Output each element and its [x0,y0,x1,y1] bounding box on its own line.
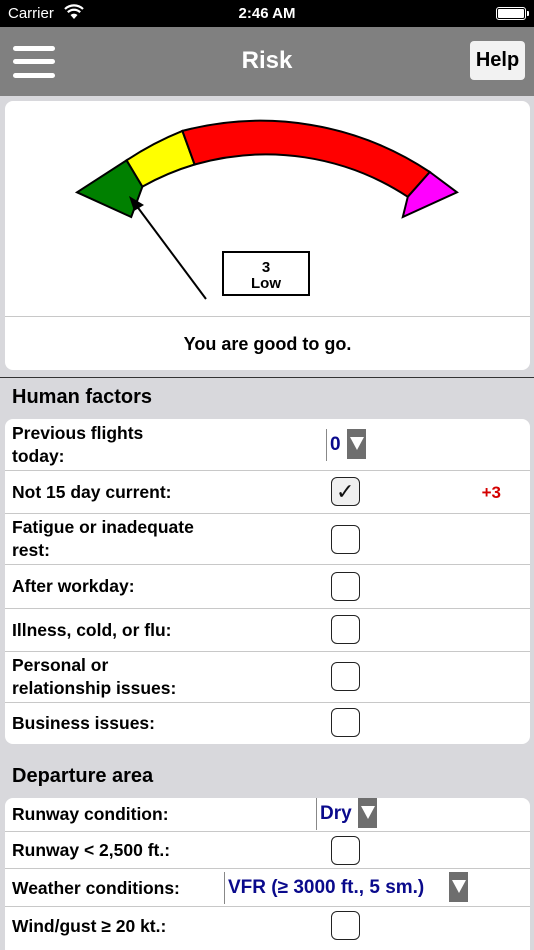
list-item: Business issues: [5,703,530,744]
after-workday-checkbox[interactable] [331,572,360,601]
help-button[interactable]: Help [470,41,525,80]
divider [5,316,530,317]
row-label: Fatigue or inadequate rest: [12,517,194,560]
risk-score: 3 [262,259,270,276]
not-15-day-current-checkbox[interactable]: ✓ [331,477,360,506]
row-label: Weather conditions: [12,878,180,898]
risk-message: You are good to go. [183,334,352,354]
gauge-needle [129,196,207,300]
navigation-bar: Risk Help [0,27,534,96]
checkmark-icon: ✓ [336,479,355,504]
list-item: Personal or relationship issues: [5,652,530,703]
list-item: Wind/gust ≥ 20 kt.: [5,907,530,950]
list-item: Runway < 2,500 ft.: [5,832,530,869]
list-item: Weather conditions: VFR (≥ 3000 ft., 5 s… [5,869,530,907]
previous-flights-dropdown[interactable]: 0 [326,429,366,461]
risk-points: +3 [481,483,501,502]
list-item: Not 15 day current: ✓ +3 [5,471,530,514]
status-bar: Carrier 2:46 AM [0,0,534,27]
human-factors-card: Previous flights today: 0 Not 15 day cur… [5,419,530,744]
dropdown-value: Dry [320,803,352,824]
business-issues-checkbox[interactable] [331,708,360,737]
row-label: Personal or relationship issues: [12,655,177,698]
risk-gauge: 3 Low [74,119,459,300]
dropdown-arrow-icon[interactable] [449,872,468,902]
list-item: Previous flights today: 0 [5,419,530,471]
fatigue-checkbox[interactable] [331,525,360,554]
dropdown-arrow-icon[interactable] [347,429,366,459]
section-title-departure-area: Departure area [12,765,154,787]
illness-checkbox[interactable] [331,615,360,644]
weather-conditions-dropdown[interactable]: VFR (≥ 3000 ft., 5 sm.) [224,872,468,904]
short-runway-checkbox[interactable] [331,836,360,865]
row-label: Business issues: [12,713,155,733]
row-label: Not 15 day current: [12,482,172,502]
runway-condition-dropdown[interactable]: Dry [316,798,377,830]
menu-icon[interactable] [13,46,55,78]
row-label: After workday: [12,576,135,596]
row-label: Previous flights today: [12,423,144,466]
battery-icon [496,7,529,20]
risk-level: Low [251,275,281,292]
status-time: 2:46 AM [238,5,296,22]
list-item: Fatigue or inadequate rest: [5,514,530,565]
divider [0,377,534,378]
list-item: Runway condition: Dry [5,798,530,832]
personal-issues-checkbox[interactable] [331,662,360,691]
section-title-human-factors: Human factors [12,386,153,408]
row-label: Runway < 2,500 ft.: [12,840,171,860]
dropdown-value: 0 [330,434,341,455]
row-label: Runway condition: [12,804,169,824]
risk-gauge-card: 3 Low You are good to go. [5,101,530,370]
dropdown-value: VFR (≥ 3000 ft., 5 sm.) [228,877,425,898]
departure-area-card: Runway condition: Dry Runway < 2,500 ft.… [5,798,530,950]
page-title: Risk [241,47,293,74]
list-item: After workday: [5,565,530,609]
dropdown-arrow-icon[interactable] [358,798,377,828]
row-label: Illness, cold, or flu: [12,620,172,640]
row-label: Wind/gust ≥ 20 kt.: [12,916,167,936]
gauge-band-red [181,119,432,199]
wind-gust-checkbox[interactable] [331,911,360,940]
list-item: Illness, cold, or flu: [5,609,530,652]
